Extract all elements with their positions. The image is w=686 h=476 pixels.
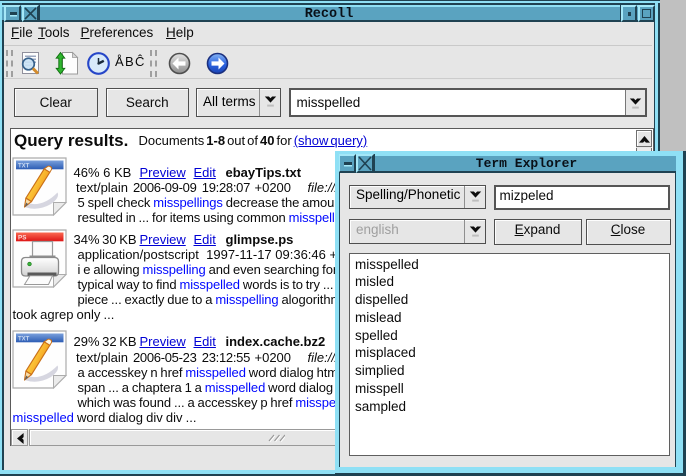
svg-text:PS: PS bbox=[18, 234, 26, 241]
svg-text:TXT: TXT bbox=[18, 163, 30, 169]
svg-text:TXT: TXT bbox=[18, 336, 30, 342]
